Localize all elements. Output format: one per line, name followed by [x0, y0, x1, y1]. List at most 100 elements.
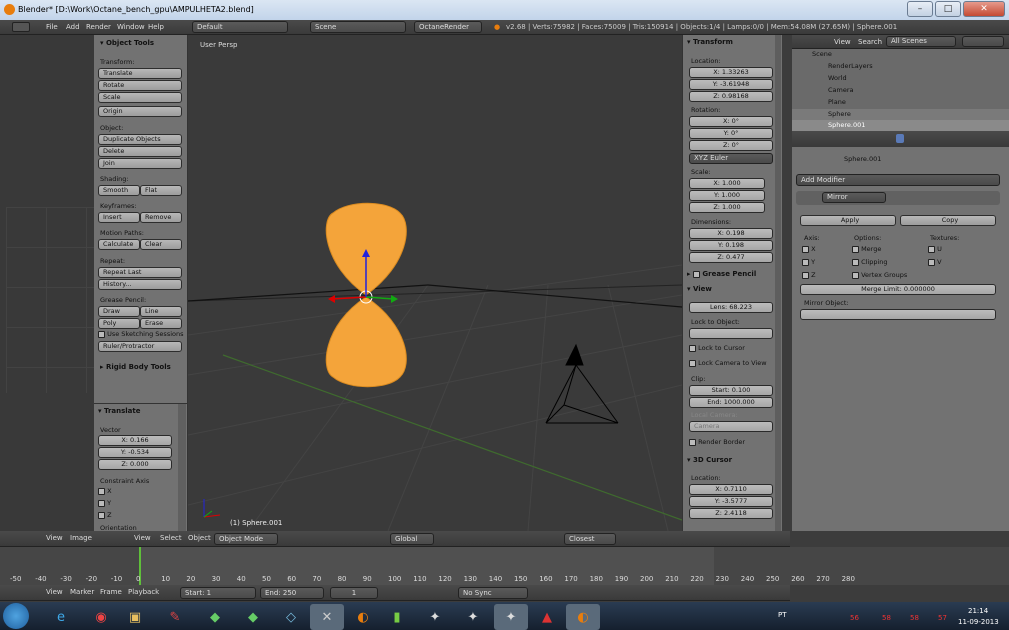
dim-y-field[interactable]: Y: 0.198 — [689, 240, 773, 251]
end-frame-field[interactable]: End: 250 — [260, 587, 324, 599]
constraint-x-checkbox[interactable] — [98, 487, 105, 495]
copy-button[interactable]: Copy — [900, 215, 996, 226]
app-icon-1[interactable]: ✎ — [158, 604, 192, 630]
modifier-name-field[interactable]: Mirror — [822, 192, 886, 203]
menu-file[interactable]: File — [46, 20, 58, 34]
clip-end-field[interactable]: End: 1000.000 — [689, 397, 773, 408]
calculate-button[interactable]: Calculate — [98, 239, 140, 250]
insert-keyframe-button[interactable]: Insert — [98, 212, 140, 223]
outliner-renderlayers[interactable]: RenderLayers — [828, 62, 873, 70]
dim-z-field[interactable]: Z: 0.477 — [689, 252, 773, 263]
flat-button[interactable]: Flat — [140, 185, 182, 196]
clock-time[interactable]: 21:14 — [968, 607, 988, 615]
texture-u-row[interactable]: U — [928, 245, 942, 253]
join-button[interactable]: Join — [98, 158, 182, 169]
app-icon-10[interactable]: ▲ — [530, 604, 564, 630]
outliner-sphere001-row[interactable] — [792, 120, 1009, 131]
translate-operator-header[interactable]: ▾ Translate — [98, 407, 141, 415]
texture-u-checkbox[interactable] — [928, 245, 935, 253]
dim-x-field[interactable]: X: 0.198 — [689, 228, 773, 239]
mirror-object-field[interactable] — [800, 309, 996, 320]
app-icon-6[interactable]: ▮ — [380, 604, 414, 630]
vertex-groups-checkbox[interactable] — [852, 271, 859, 279]
menu-window[interactable]: Window — [117, 20, 145, 34]
vector-x-field[interactable]: X: 0.166 — [98, 435, 172, 446]
lock-camera-row[interactable]: Lock Camera to View — [689, 359, 767, 367]
screen-layout-field[interactable]: Default — [192, 21, 288, 33]
outliner-search-menu[interactable]: Search — [858, 35, 882, 49]
blender-task-icon[interactable]: ◐ — [346, 604, 380, 630]
gizmo-y[interactable] — [365, 296, 395, 300]
sync-mode-select[interactable]: No Sync — [458, 587, 528, 599]
lock-cursor-row[interactable]: Lock to Cursor — [689, 344, 745, 352]
texture-v-row[interactable]: V — [928, 258, 942, 266]
object-tools-header[interactable]: ▾ Object Tools — [100, 39, 154, 47]
outliner-display-select[interactable]: All Scenes — [886, 36, 956, 47]
clock-date[interactable]: 11-09-2013 — [958, 618, 999, 626]
merge-limit-field[interactable]: Merge Limit: 0.000000 — [800, 284, 996, 295]
app-icon-7[interactable]: ✦ — [418, 604, 452, 630]
close-button[interactable]: ✕ — [963, 1, 1005, 17]
rigid-body-header[interactable]: ▸ Rigid Body Tools — [100, 363, 171, 371]
loc-z-field[interactable]: Z: 0.98168 — [689, 91, 773, 102]
axis-x-checkbox[interactable] — [802, 245, 809, 253]
erase-button[interactable]: Erase — [140, 318, 182, 329]
minimize-button[interactable]: – — [907, 1, 933, 17]
remove-keyframe-button[interactable]: Remove — [140, 212, 182, 223]
app-icon-9[interactable]: ✦ — [494, 604, 528, 630]
3d-viewport[interactable]: User Persp (1) Sphere.001 — [188, 35, 682, 531]
scale-y-field[interactable]: Y: 1.000 — [689, 190, 765, 201]
axis-x-row[interactable]: X — [802, 245, 816, 253]
timeline-view-menu[interactable]: View — [46, 585, 63, 599]
timeline-frame-menu[interactable]: Frame — [100, 585, 122, 599]
rotation-mode-select[interactable]: XYZ Euler — [689, 153, 773, 164]
render-border-row[interactable]: Render Border — [689, 438, 745, 446]
editor-type-icon[interactable] — [12, 22, 30, 32]
transform-panel-header[interactable]: ▾ Transform — [687, 38, 733, 46]
vector-y-field[interactable]: Y: -0.534 — [98, 447, 172, 458]
lens-field[interactable]: Lens: 68.223 — [689, 302, 773, 313]
axis-y-checkbox[interactable] — [802, 258, 809, 266]
outliner-sphere001[interactable]: Sphere.001 — [828, 121, 865, 129]
apply-button[interactable]: Apply — [800, 215, 896, 226]
loc-y-field[interactable]: Y: -3.61948 — [689, 79, 773, 90]
timeline[interactable]: -50 -40 -30 -20 -10 0 10 20 30 40 50 60 70 80 90 100 110… — [0, 547, 1009, 585]
grease-pencil-header[interactable]: ▸ Grease Pencil — [687, 270, 756, 278]
constraint-z-row[interactable]: Z — [98, 511, 112, 519]
viewport-view-menu[interactable]: View — [134, 531, 151, 545]
constraint-z-checkbox[interactable] — [98, 511, 105, 519]
outliner-view-menu[interactable]: View — [834, 35, 851, 49]
orientation-select[interactable]: Global — [390, 533, 434, 545]
menu-help[interactable]: Help — [148, 20, 164, 34]
outliner-scene[interactable]: Scene — [812, 50, 832, 58]
outliner-sphere-row[interactable] — [792, 109, 1009, 120]
outliner-world[interactable]: World — [828, 74, 847, 82]
cursor-x-field[interactable]: X: 0.7110 — [689, 484, 773, 495]
constraint-y-checkbox[interactable] — [98, 499, 105, 507]
chrome-icon[interactable]: ◉ — [84, 604, 118, 630]
rot-z-field[interactable]: Z: 0° — [689, 140, 773, 151]
draw-button[interactable]: Draw — [98, 306, 140, 317]
explorer-icon[interactable]: ▣ — [118, 604, 152, 630]
app-icon-8[interactable]: ✦ — [456, 604, 490, 630]
duplicate-objects-button[interactable]: Duplicate Objects — [98, 134, 182, 145]
maximize-button[interactable]: □ — [935, 1, 961, 17]
menu-render[interactable]: Render — [86, 20, 111, 34]
line-button[interactable]: Line — [140, 306, 182, 317]
vector-z-field[interactable]: Z: 0.000 — [98, 459, 172, 470]
local-camera-field[interactable]: Camera — [689, 421, 773, 432]
cursor-z-field[interactable]: Z: 2.4118 — [689, 508, 773, 519]
axis-z-checkbox[interactable] — [802, 271, 809, 279]
image-view-menu[interactable]: View — [46, 531, 63, 545]
axis-y-row[interactable]: Y — [802, 258, 815, 266]
render-border-checkbox[interactable] — [689, 438, 696, 446]
scale-button[interactable]: Scale — [98, 92, 182, 103]
scale-x-field[interactable]: X: 1.000 — [689, 178, 765, 189]
vertex-groups-row[interactable]: Vertex Groups — [852, 271, 907, 279]
sketching-checkbox-row[interactable]: Use Sketching Sessions — [98, 330, 184, 338]
camera-object[interactable] — [545, 343, 619, 424]
clear-button[interactable]: Clear — [140, 239, 182, 250]
history-button[interactable]: History... — [98, 279, 182, 290]
lock-object-field[interactable] — [689, 328, 773, 339]
clipping-row[interactable]: Clipping — [852, 258, 888, 266]
